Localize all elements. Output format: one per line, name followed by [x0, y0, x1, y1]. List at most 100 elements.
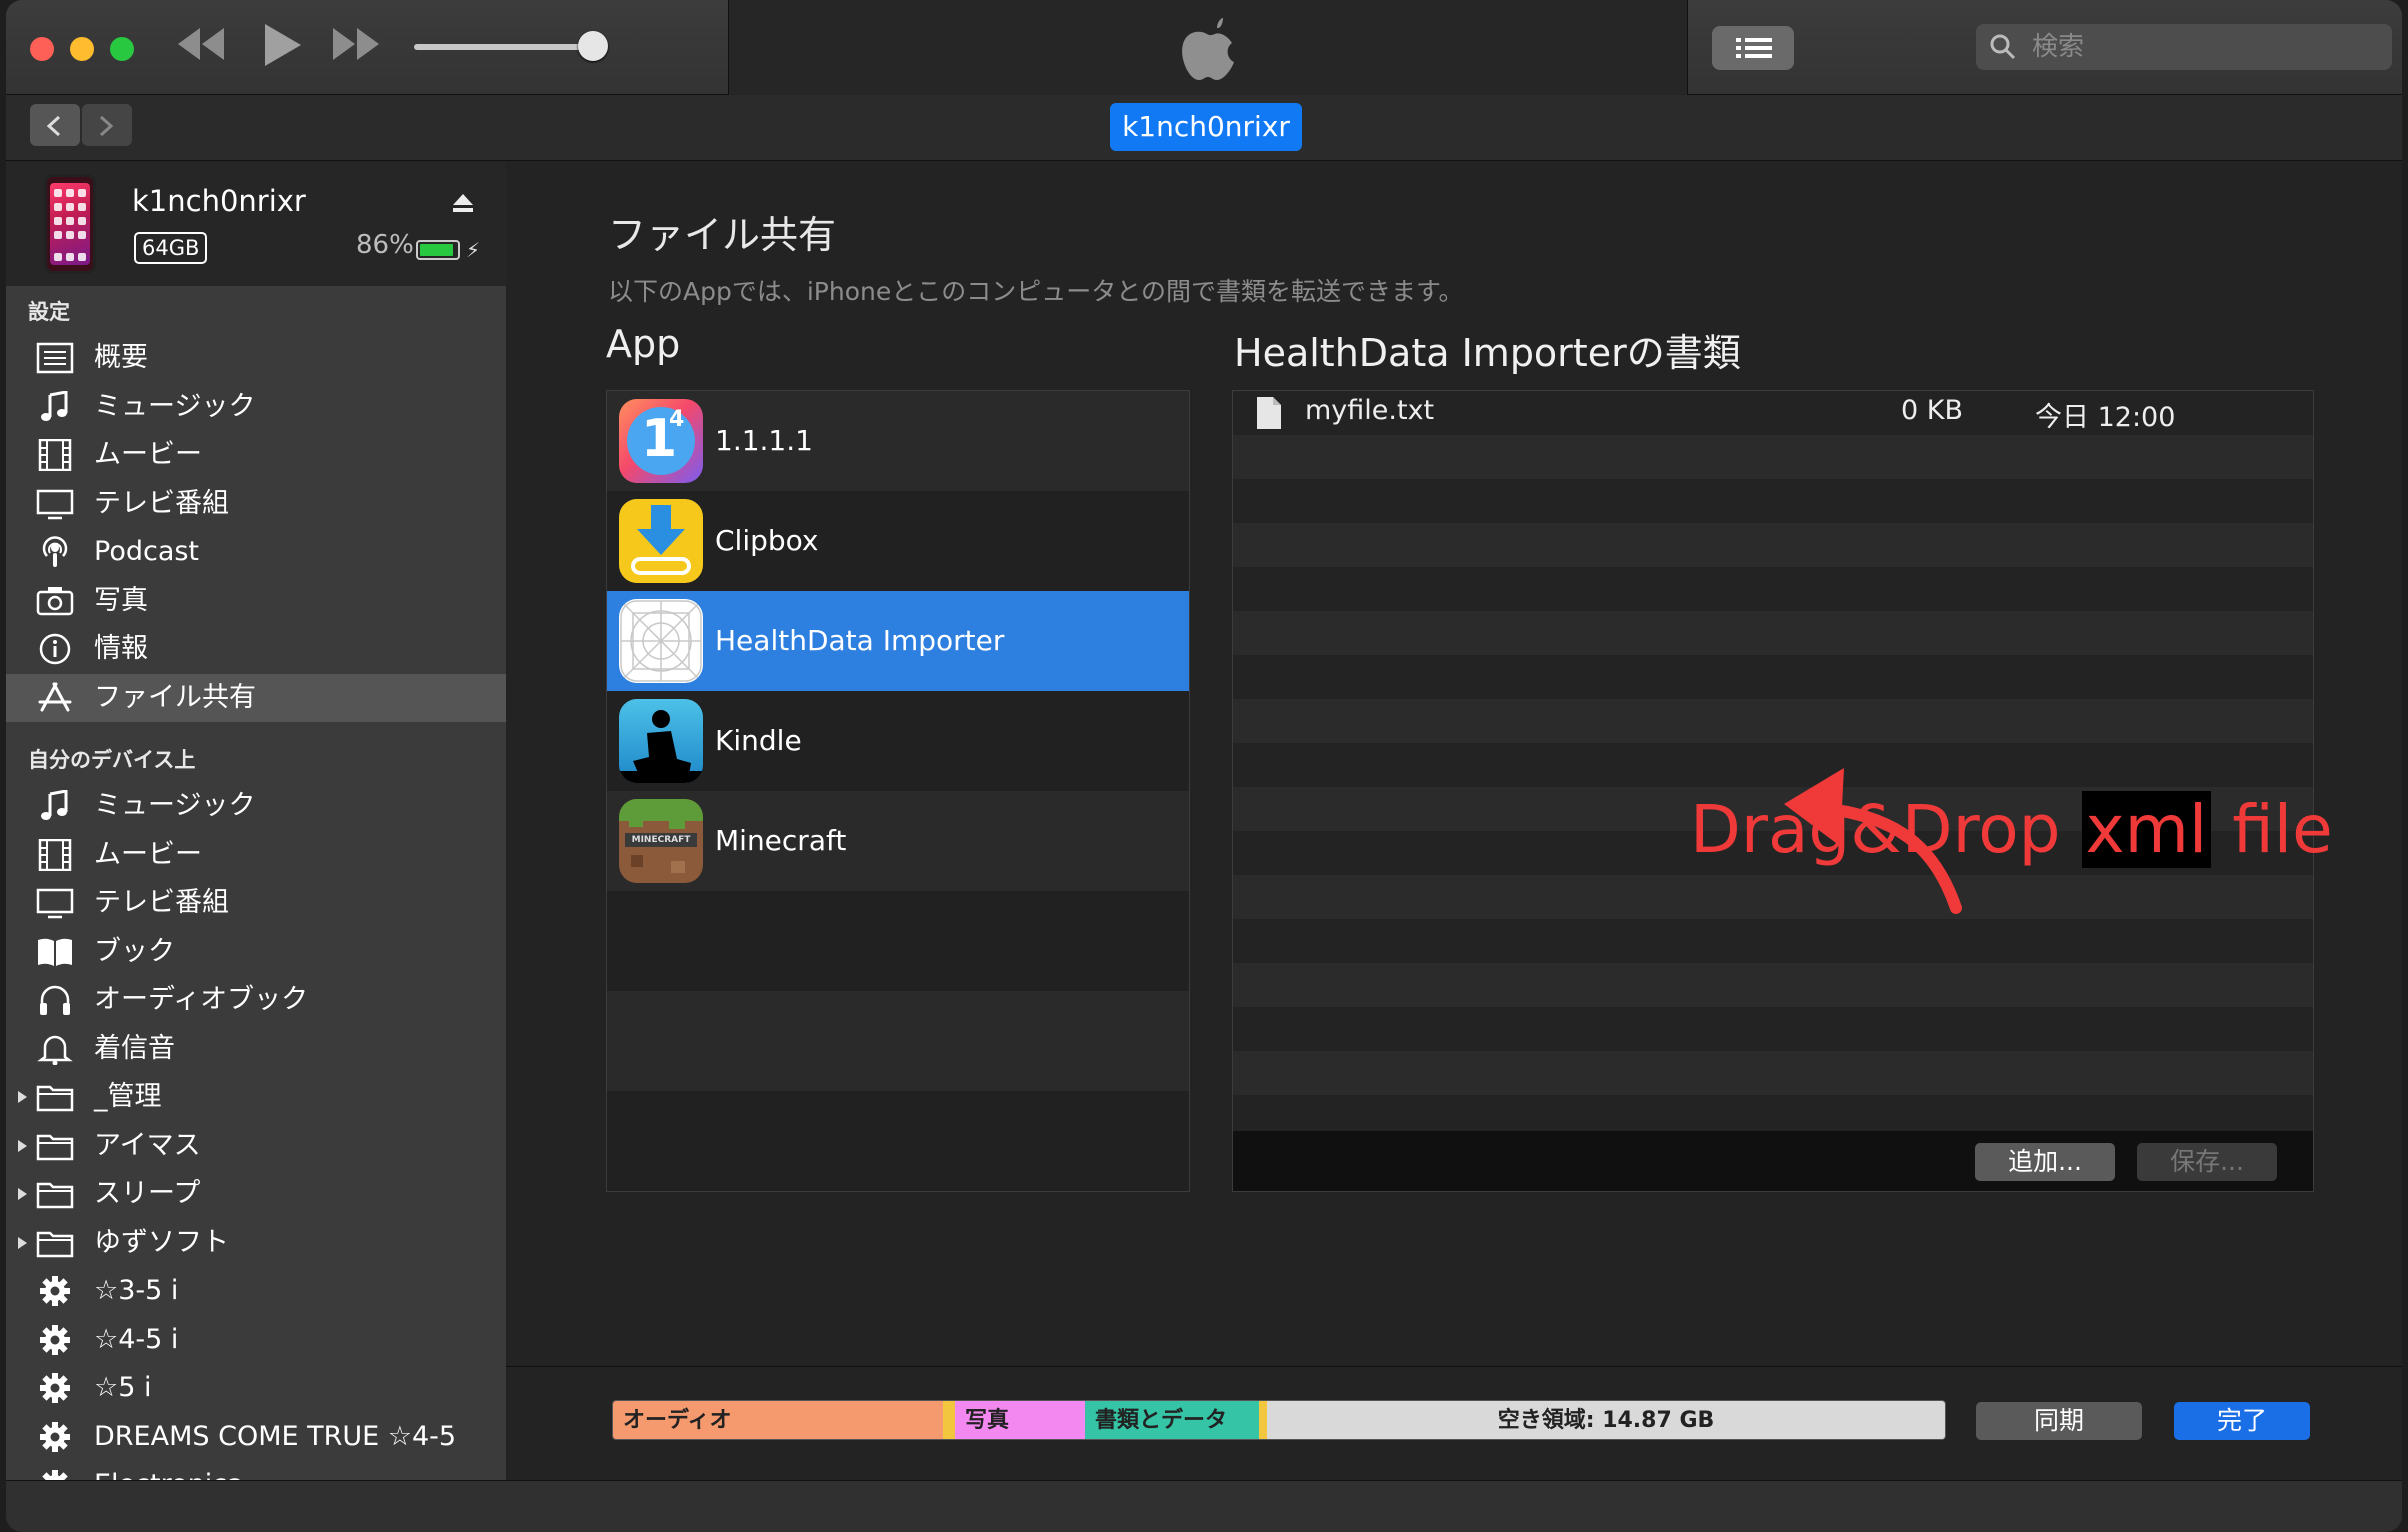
- sidebar-item[interactable]: ミュージック: [6, 782, 506, 830]
- list-view-button[interactable]: [1712, 26, 1794, 70]
- close-window-button[interactable]: [30, 37, 54, 61]
- disclosure-triangle-icon[interactable]: [18, 1091, 27, 1103]
- gear-icon: [36, 1324, 74, 1356]
- sidebar-item[interactable]: 着信音: [6, 1025, 506, 1073]
- battery-percent: 86%: [356, 230, 414, 260]
- sidebar-item-label: スリープ: [94, 1178, 201, 1209]
- list-icon: [1736, 38, 1772, 58]
- app-name: HealthData Importer: [715, 624, 1005, 657]
- sidebar-item[interactable]: Electronica: [6, 1461, 506, 1480]
- drag-drop-annotation: Drag&Drop xml file: [1690, 790, 2333, 870]
- sidebar-item-label: 概要: [94, 342, 148, 373]
- sidebar-item[interactable]: ファイル共有: [6, 673, 506, 722]
- status-bar: [6, 1480, 2402, 1532]
- app-row-minecraft[interactable]: MINECRAFT Minecraft: [607, 791, 1189, 891]
- sidebar-item-label: 着信音: [94, 1032, 175, 1064]
- search-icon: [1990, 34, 2016, 60]
- healthdata-importer-icon: [619, 599, 703, 683]
- battery-icon: [416, 240, 460, 260]
- sidebar-item[interactable]: アイマス: [6, 1122, 506, 1170]
- sidebar-item[interactable]: 写真: [6, 577, 506, 625]
- sidebar-item[interactable]: _管理: [6, 1073, 506, 1121]
- folder-icon: [36, 1081, 74, 1113]
- gear-icon: [36, 1469, 74, 1480]
- sidebar-item-label: ムービー: [94, 439, 202, 470]
- annotation-text-end: file: [2211, 791, 2333, 868]
- text-file-icon: [1257, 397, 1281, 429]
- play-button[interactable]: [261, 22, 303, 80]
- sidebar-item-label: ミュージック: [94, 390, 256, 422]
- sidebar-item-label: ゆずソフト: [94, 1226, 229, 1258]
- folder-icon: [36, 1227, 74, 1259]
- file-row-empty: [1233, 1051, 2313, 1095]
- page-subtitle: 以下のAppでは、iPhoneとこのコンピュータとの間で書類を転送できます。: [608, 277, 1464, 306]
- sidebar-item[interactable]: テレビ番組: [6, 480, 506, 528]
- sidebar-item[interactable]: ☆5 i: [6, 1364, 506, 1412]
- volume-slider[interactable]: [414, 31, 608, 61]
- disclosure-triangle-icon[interactable]: [18, 1139, 27, 1152]
- save-file-button[interactable]: 保存...: [2137, 1143, 2277, 1181]
- sidebar-item[interactable]: 概要: [6, 334, 506, 382]
- film-icon: [36, 438, 74, 472]
- rewind-button[interactable]: [176, 22, 226, 74]
- eject-icon[interactable]: [452, 192, 474, 214]
- headphones-icon: [36, 984, 74, 1016]
- app-row-healthdata-importer[interactable]: HealthData Importer: [607, 591, 1189, 691]
- sidebar-item[interactable]: テレビ番組: [6, 879, 506, 927]
- done-button[interactable]: 完了: [2174, 1402, 2310, 1440]
- sidebar-item[interactable]: スリープ: [6, 1170, 506, 1218]
- app-row-1111[interactable]: 1 4 1.1.1.1: [607, 391, 1189, 491]
- book-icon: [36, 936, 74, 968]
- device-button[interactable]: k1nch0nrixr: [1110, 103, 1302, 151]
- sidebar-item[interactable]: 情報: [6, 625, 506, 673]
- gear-icon: [36, 1421, 74, 1453]
- sync-button[interactable]: 同期: [1976, 1402, 2142, 1440]
- fast-forward-icon: [333, 28, 379, 60]
- sidebar-item[interactable]: ムービー: [6, 831, 506, 879]
- sidebar-item-label: 写真: [94, 584, 148, 616]
- sidebar-item[interactable]: ムービー: [6, 431, 506, 479]
- disclosure-triangle-icon[interactable]: [18, 1236, 27, 1249]
- app-row-kindle[interactable]: Kindle: [607, 691, 1189, 791]
- sidebar-item[interactable]: ☆4-5 i: [6, 1316, 506, 1364]
- sidebar-item[interactable]: ブック: [6, 928, 506, 976]
- device-header[interactable]: k1nch0nrixr 64GB 86% ⚡: [6, 162, 506, 286]
- sidebar-item-label: ☆5 i: [94, 1372, 152, 1403]
- sidebar-item[interactable]: ☆3-5 i: [6, 1267, 506, 1315]
- sidebar-item-label: DREAMS COME TRUE ☆4-5: [94, 1420, 457, 1452]
- sidebar-item-label: アイマス: [94, 1129, 201, 1161]
- minimize-window-button[interactable]: [70, 37, 94, 61]
- forward-button[interactable]: [82, 104, 132, 146]
- sidebar-item[interactable]: オーディオブック: [6, 976, 506, 1024]
- folder-icon: [36, 1178, 74, 1210]
- file-name: myfile.txt: [1305, 395, 1435, 426]
- apple-logo-icon: [1182, 18, 1234, 80]
- sidebar-item[interactable]: Podcast: [6, 528, 506, 576]
- sidebar-item[interactable]: DREAMS COME TRUE ☆4-5: [6, 1413, 506, 1461]
- file-row-empty: [1233, 479, 2313, 523]
- lcd-display: [728, 0, 1688, 95]
- file-row-empty: [1233, 655, 2313, 699]
- file-row-empty: [1233, 435, 2313, 479]
- search-input[interactable]: 検索: [1976, 24, 2392, 70]
- sidebar-item[interactable]: ゆずソフト: [6, 1219, 506, 1267]
- sidebar-item-label: オーディオブック: [94, 984, 309, 1015]
- sidebar-item-label: ブック: [94, 935, 175, 967]
- kindle-icon: [619, 699, 703, 783]
- chevron-left-icon: [46, 115, 61, 137]
- back-button[interactable]: [30, 104, 80, 146]
- add-file-button[interactable]: 追加...: [1975, 1143, 2115, 1181]
- documents-header: HealthData Importerの書類: [1234, 331, 1741, 375]
- annotation-text: Drag&Drop: [1690, 791, 2082, 868]
- sidebar: k1nch0nrixr 64GB 86% ⚡ 設定 概要 ミュージック ムービー テレ…: [6, 162, 506, 1480]
- fast-forward-button[interactable]: [331, 22, 381, 74]
- app-row-empty: [607, 1091, 1189, 1191]
- sidebar-item-label: ムービー: [94, 838, 202, 870]
- documents-button-bar: 追加... 保存...: [1233, 1131, 2313, 1191]
- disclosure-triangle-icon[interactable]: [18, 1188, 27, 1200]
- volume-knob[interactable]: [578, 31, 608, 61]
- app-row-clipbox[interactable]: Clipbox: [607, 491, 1189, 591]
- zoom-window-button[interactable]: [110, 37, 134, 61]
- file-row[interactable]: myfile.txt 0 KB 今日 12:00: [1233, 391, 2313, 435]
- sidebar-item[interactable]: ミュージック: [6, 383, 506, 431]
